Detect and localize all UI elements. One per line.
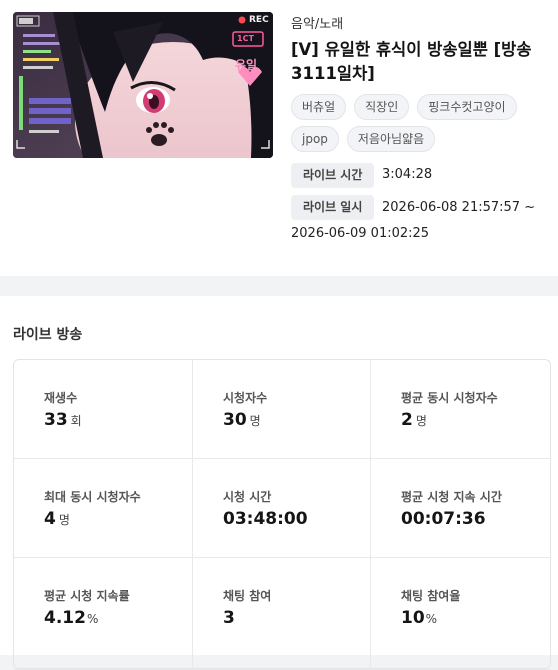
stat-label: 평균 시청 지속률 — [44, 589, 130, 603]
stat-unit: 명 — [58, 513, 70, 527]
stat-label: 평균 동시 시청자수 — [401, 391, 498, 405]
stat-value: 03:48:00 — [223, 509, 308, 529]
stat-avg-watch-duration: 평균 시청 지속 시간 00:07:36 — [371, 459, 550, 558]
stat-chat-participation: 채팅 참여 3 — [193, 558, 371, 670]
stat-chat-rate: 채팅 참여율 10% — [371, 558, 550, 670]
stat-value: 3 — [223, 608, 235, 628]
stat-avg-retention: 평균 시청 지속률 4.12% — [14, 558, 193, 670]
stat-label: 채팅 참여율 — [401, 589, 461, 603]
tag-chip[interactable]: 핑크수컷고양이 — [417, 94, 517, 120]
stat-value: 4 — [44, 509, 56, 529]
stat-unit: % — [86, 612, 99, 626]
rec-label: REC — [249, 15, 269, 25]
video-title: [V] 유일한 휴식이 방송일뿐 [방송 3111일차] — [291, 40, 532, 83]
stat-value: 10 — [401, 608, 425, 628]
live-date-end: 2026-06-09 01:02:25 — [291, 226, 430, 241]
stat-value: 33 — [44, 410, 68, 430]
stat-label: 시청 시간 — [223, 490, 272, 504]
stat-label: 채팅 참여 — [223, 589, 272, 603]
stat-watch-time: 시청 시간 03:48:00 — [193, 459, 371, 558]
stat-max-concurrent: 최대 동시 시청자수 4명 — [14, 459, 193, 558]
stat-avg-concurrent: 평균 동시 시청자수 2명 — [371, 360, 550, 459]
stats-grid: 재생수 33 회 시청자수 30 명 평균 동시 시청자수 2명 최대 동시 시청자… — [13, 359, 551, 670]
thumbnail-caption: 유일 — [235, 58, 258, 72]
video-thumbnail[interactable]: REC 1CT 유일 — [13, 12, 273, 158]
live-time-label: 라이브 시간 — [291, 163, 375, 188]
live-time-value: 3:04:28 — [382, 167, 433, 182]
stat-value: 4.12 — [44, 608, 86, 628]
tag-chip[interactable]: 버츄얼 — [291, 94, 347, 120]
stat-unit: % — [425, 612, 438, 626]
stat-play-count: 재생수 33 회 — [14, 360, 193, 459]
video-category: 음악/노래 — [291, 17, 344, 32]
video-info-panel: REC 1CT 유일 음악/노래 [V] 유일한 휴식이 방송일뿐 [방송 31… — [0, 0, 558, 276]
tag-chip[interactable]: 저음아님얇음 — [346, 126, 436, 152]
live-date-start: 2026-06-08 21:57:57 ~ — [382, 200, 536, 215]
stat-value: 00:07:36 — [401, 509, 486, 529]
stat-viewer-count: 시청자수 30 명 — [193, 360, 371, 459]
thumbnail-badge: 1CT — [237, 34, 254, 43]
tag-chip[interactable]: 직장인 — [354, 94, 410, 120]
stat-value: 30 — [223, 410, 247, 430]
stat-unit: 회 — [70, 414, 82, 428]
tag-list: 버츄얼 직장인 핑크수컷고양이 jpop 저음아님얇음 — [291, 94, 553, 152]
stat-label: 재생수 — [44, 391, 78, 405]
stat-value: 2 — [401, 410, 413, 430]
live-stats-section: 라이브 방송 재생수 33 회 시청자수 30 명 평균 동시 시청자수 2명 최대… — [0, 296, 558, 670]
stat-label: 최대 동시 시청자수 — [44, 490, 141, 504]
stat-label: 평균 시청 지속 시간 — [401, 490, 502, 504]
stat-unit: 명 — [415, 414, 427, 428]
live-date-label: 라이브 일시 — [291, 195, 375, 220]
tag-chip[interactable]: jpop — [291, 126, 339, 152]
stat-unit: 명 — [249, 414, 261, 428]
section-title: 라이브 방송 — [13, 327, 83, 343]
stat-label: 시청자수 — [223, 391, 268, 405]
thumbnail-illustration — [13, 12, 273, 158]
